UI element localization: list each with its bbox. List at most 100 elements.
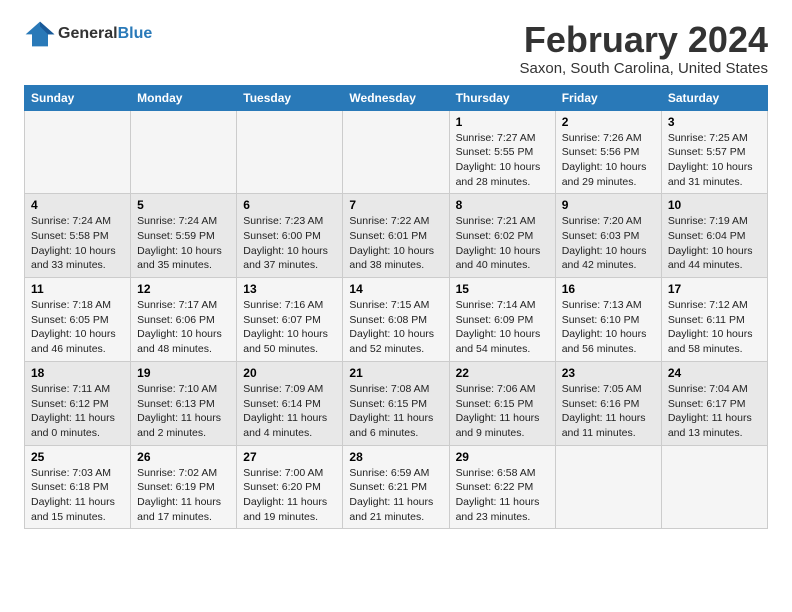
day-info: Sunrise: 7:17 AM Sunset: 6:06 PM Dayligh… [137,298,230,357]
calendar-cell: 17 Sunrise: 7:12 AM Sunset: 6:11 PM Dayli… [661,278,767,362]
day-info: Sunrise: 7:03 AM Sunset: 6:18 PM Dayligh… [31,466,124,525]
calendar-cell: 7 Sunrise: 7:22 AM Sunset: 6:01 PM Daylig… [343,194,449,278]
weekday-header-friday: Friday [555,85,661,110]
day-number: 22 [456,366,549,380]
calendar-cell: 6Sunrise: 7:23 AM Sunset: 6:00 PM Daylig… [237,194,343,278]
calendar-cell: 15 Sunrise: 7:14 AM Sunset: 6:09 PM Dayli… [449,278,555,362]
calendar-week-row: 25 Sunrise: 7:03 AM Sunset: 6:18 PM Dayli… [25,445,768,529]
calendar-cell: 19 Sunrise: 7:10 AM Sunset: 6:13 PM Dayli… [131,361,237,445]
day-info: Sunrise: 7:13 AM Sunset: 6:10 PM Dayligh… [562,298,655,357]
day-info: Sunrise: 7:10 AM Sunset: 6:13 PM Dayligh… [137,382,230,441]
calendar-cell [131,110,237,194]
day-info: Sunrise: 7:20 AM Sunset: 6:03 PM Dayligh… [562,214,655,273]
day-number: 19 [137,366,230,380]
title-section: February 2024 Saxon, South Carolina, Uni… [520,20,768,77]
calendar-cell: 27Sunrise: 7:00 AM Sunset: 6:20 PM Dayli… [237,445,343,529]
weekday-header-thursday: Thursday [449,85,555,110]
calendar-cell [25,110,131,194]
day-number: 4 [31,198,124,212]
day-number: 9 [562,198,655,212]
day-number: 12 [137,282,230,296]
day-number: 23 [562,366,655,380]
calendar-cell: 1 Sunrise: 7:27 AM Sunset: 5:55 PM Daylig… [449,110,555,194]
calendar-cell [237,110,343,194]
calendar-week-row: 18 Sunrise: 7:11 AM Sunset: 6:12 PM Dayli… [25,361,768,445]
calendar-cell: 25 Sunrise: 7:03 AM Sunset: 6:18 PM Dayli… [25,445,131,529]
calendar-cell: 21 Sunrise: 7:08 AM Sunset: 6:15 PM Dayli… [343,361,449,445]
day-number: 20 [243,366,336,380]
calendar-cell [343,110,449,194]
day-number: 29 [456,450,549,464]
logo-icon [24,20,56,48]
day-number: 15 [456,282,549,296]
calendar-table: SundayMondayTuesdayWednesdayThursdayFrid… [24,85,768,530]
calendar-cell: 13 Sunrise: 7:16 AM Sunset: 6:07 PM Dayli… [237,278,343,362]
calendar-cell: 9 Sunrise: 7:20 AM Sunset: 6:03 PM Daylig… [555,194,661,278]
calendar-cell: 14Sunrise: 7:15 AM Sunset: 6:08 PM Dayli… [343,278,449,362]
calendar-cell: 22 Sunrise: 7:06 AM Sunset: 6:15 PM Dayli… [449,361,555,445]
day-info: Sunrise: 7:04 AM Sunset: 6:17 PM Dayligh… [668,382,761,441]
day-info: Sunrise: 7:11 AM Sunset: 6:12 PM Dayligh… [31,382,124,441]
weekday-header-row: SundayMondayTuesdayWednesdayThursdayFrid… [25,85,768,110]
weekday-header-wednesday: Wednesday [343,85,449,110]
day-number: 1 [456,115,549,129]
logo-text: GeneralBlue [58,25,152,43]
weekday-header-saturday: Saturday [661,85,767,110]
calendar-cell: 29 Sunrise: 6:58 AM Sunset: 6:22 PM Dayli… [449,445,555,529]
day-info: Sunrise: 7:27 AM Sunset: 5:55 PM Dayligh… [456,131,549,190]
header: GeneralBlue February 2024 Saxon, South C… [24,20,768,77]
day-number: 18 [31,366,124,380]
calendar-cell: 8 Sunrise: 7:21 AM Sunset: 6:02 PM Daylig… [449,194,555,278]
day-info: Sunrise: 7:16 AM Sunset: 6:07 PM Dayligh… [243,298,336,357]
day-number: 26 [137,450,230,464]
calendar-cell: 18 Sunrise: 7:11 AM Sunset: 6:12 PM Dayli… [25,361,131,445]
day-number: 17 [668,282,761,296]
day-info: Sunrise: 7:00 AM Sunset: 6:20 PM Dayligh… [243,466,336,525]
calendar-cell: 26 Sunrise: 7:02 AM Sunset: 6:19 PM Dayli… [131,445,237,529]
calendar-week-row: 1 Sunrise: 7:27 AM Sunset: 5:55 PM Daylig… [25,110,768,194]
calendar-cell [661,445,767,529]
calendar-cell [555,445,661,529]
day-number: 24 [668,366,761,380]
day-info: Sunrise: 7:09 AM Sunset: 6:14 PM Dayligh… [243,382,336,441]
weekday-header-tuesday: Tuesday [237,85,343,110]
day-info: Sunrise: 7:14 AM Sunset: 6:09 PM Dayligh… [456,298,549,357]
day-number: 25 [31,450,124,464]
calendar-week-row: 4Sunrise: 7:24 AM Sunset: 5:58 PM Daylig… [25,194,768,278]
day-info: Sunrise: 7:25 AM Sunset: 5:57 PM Dayligh… [668,131,761,190]
day-info: Sunrise: 7:08 AM Sunset: 6:15 PM Dayligh… [349,382,442,441]
day-info: Sunrise: 7:19 AM Sunset: 6:04 PM Dayligh… [668,214,761,273]
weekday-header-monday: Monday [131,85,237,110]
calendar-week-row: 11Sunrise: 7:18 AM Sunset: 6:05 PM Dayli… [25,278,768,362]
day-info: Sunrise: 6:58 AM Sunset: 6:22 PM Dayligh… [456,466,549,525]
day-info: Sunrise: 7:26 AM Sunset: 5:56 PM Dayligh… [562,131,655,190]
weekday-header-sunday: Sunday [25,85,131,110]
calendar-cell: 24 Sunrise: 7:04 AM Sunset: 6:17 PM Dayli… [661,361,767,445]
day-info: Sunrise: 7:12 AM Sunset: 6:11 PM Dayligh… [668,298,761,357]
main-title: February 2024 [520,20,768,60]
calendar-cell: 28Sunrise: 6:59 AM Sunset: 6:21 PM Dayli… [343,445,449,529]
day-info: Sunrise: 7:06 AM Sunset: 6:15 PM Dayligh… [456,382,549,441]
calendar-cell: 10 Sunrise: 7:19 AM Sunset: 6:04 PM Dayli… [661,194,767,278]
day-number: 13 [243,282,336,296]
day-info: Sunrise: 7:02 AM Sunset: 6:19 PM Dayligh… [137,466,230,525]
calendar-cell: 16 Sunrise: 7:13 AM Sunset: 6:10 PM Dayli… [555,278,661,362]
calendar-cell: 12 Sunrise: 7:17 AM Sunset: 6:06 PM Dayli… [131,278,237,362]
day-number: 5 [137,198,230,212]
calendar-cell: 23 Sunrise: 7:05 AM Sunset: 6:16 PM Dayli… [555,361,661,445]
day-number: 8 [456,198,549,212]
calendar-cell: 2Sunrise: 7:26 AM Sunset: 5:56 PM Daylig… [555,110,661,194]
day-info: Sunrise: 7:22 AM Sunset: 6:01 PM Dayligh… [349,214,442,273]
day-info: Sunrise: 7:05 AM Sunset: 6:16 PM Dayligh… [562,382,655,441]
day-info: Sunrise: 7:21 AM Sunset: 6:02 PM Dayligh… [456,214,549,273]
calendar-cell: 3Sunrise: 7:25 AM Sunset: 5:57 PM Daylig… [661,110,767,194]
day-number: 21 [349,366,442,380]
day-number: 10 [668,198,761,212]
day-number: 7 [349,198,442,212]
logo: GeneralBlue [24,20,152,48]
day-number: 14 [349,282,442,296]
day-number: 16 [562,282,655,296]
calendar-cell: 5 Sunrise: 7:24 AM Sunset: 5:59 PM Daylig… [131,194,237,278]
day-info: Sunrise: 7:24 AM Sunset: 5:59 PM Dayligh… [137,214,230,273]
calendar-cell: 20 Sunrise: 7:09 AM Sunset: 6:14 PM Dayli… [237,361,343,445]
